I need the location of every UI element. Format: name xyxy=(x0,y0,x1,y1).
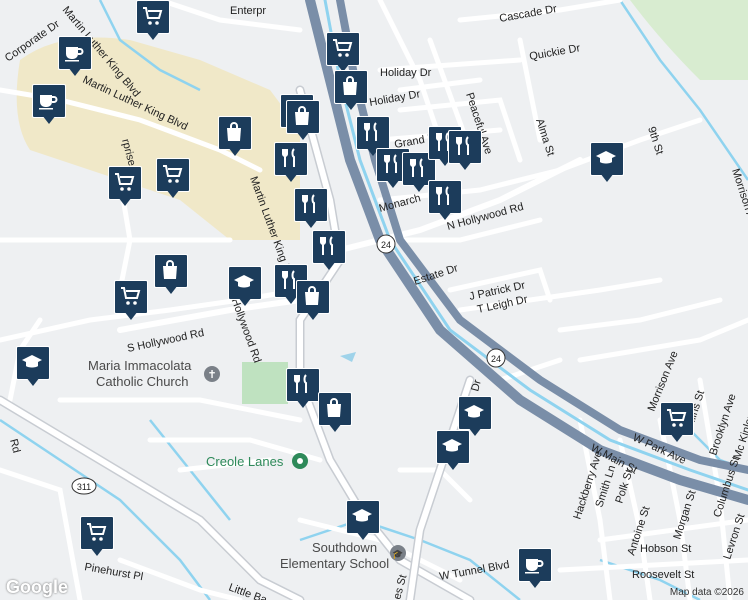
creole-lanes-label: Creole Lanes xyxy=(206,454,284,469)
marker-restaurant[interactable] xyxy=(294,188,328,234)
svg-text:311: 311 xyxy=(77,482,91,492)
school-label-line2: Elementary School xyxy=(280,556,389,571)
marker-restaurant[interactable] xyxy=(448,130,482,176)
marker-cafe[interactable] xyxy=(518,548,552,594)
map-attribution[interactable]: Map data ©2026 xyxy=(670,587,744,598)
marker-shopping[interactable] xyxy=(286,100,320,146)
marker-shopping[interactable] xyxy=(296,280,330,326)
marker-restaurant[interactable] xyxy=(286,368,320,414)
marker-school[interactable] xyxy=(590,142,624,188)
svg-text:Hobson St: Hobson St xyxy=(640,543,691,555)
park xyxy=(242,362,288,404)
marker-restaurant[interactable] xyxy=(274,142,308,188)
marker-shopping[interactable] xyxy=(218,116,252,162)
route-311-shield: 311 xyxy=(71,477,97,495)
marker-restaurant[interactable] xyxy=(312,230,346,276)
svg-text:24: 24 xyxy=(381,240,391,250)
marker-grocery[interactable] xyxy=(80,516,114,562)
svg-text:🎓: 🎓 xyxy=(392,549,403,559)
marker-shopping[interactable] xyxy=(334,70,368,116)
svg-text:Holiday Dr: Holiday Dr xyxy=(380,67,432,79)
marker-grocery[interactable] xyxy=(136,0,170,46)
marker-school[interactable] xyxy=(228,266,262,312)
highway-24-shield: 24 xyxy=(376,234,396,254)
marker-school[interactable] xyxy=(436,430,470,476)
marker-grocery[interactable] xyxy=(660,402,694,448)
marker-grocery[interactable] xyxy=(114,280,148,326)
marker-cafe[interactable] xyxy=(32,84,66,130)
marker-restaurant[interactable] xyxy=(428,180,462,226)
marker-school[interactable] xyxy=(346,500,380,546)
marker-shopping[interactable] xyxy=(318,392,352,438)
svg-text:✝: ✝ xyxy=(207,368,216,381)
church-label-line1: Maria Immacolata xyxy=(88,358,192,373)
google-logo: Google xyxy=(6,577,68,597)
highway-24-shield-2: 24 xyxy=(486,348,506,368)
svg-text:24: 24 xyxy=(491,354,501,364)
marker-grocery[interactable] xyxy=(108,166,142,212)
marker-shopping[interactable] xyxy=(154,254,188,300)
svg-text:Roosevelt St: Roosevelt St xyxy=(632,569,694,581)
svg-text:Enterpr: Enterpr xyxy=(230,5,266,17)
marker-cafe[interactable] xyxy=(58,36,92,82)
marker-grocery[interactable] xyxy=(156,158,190,204)
church-label-line2: Catholic Church xyxy=(96,374,189,389)
marker-school[interactable] xyxy=(16,346,50,392)
